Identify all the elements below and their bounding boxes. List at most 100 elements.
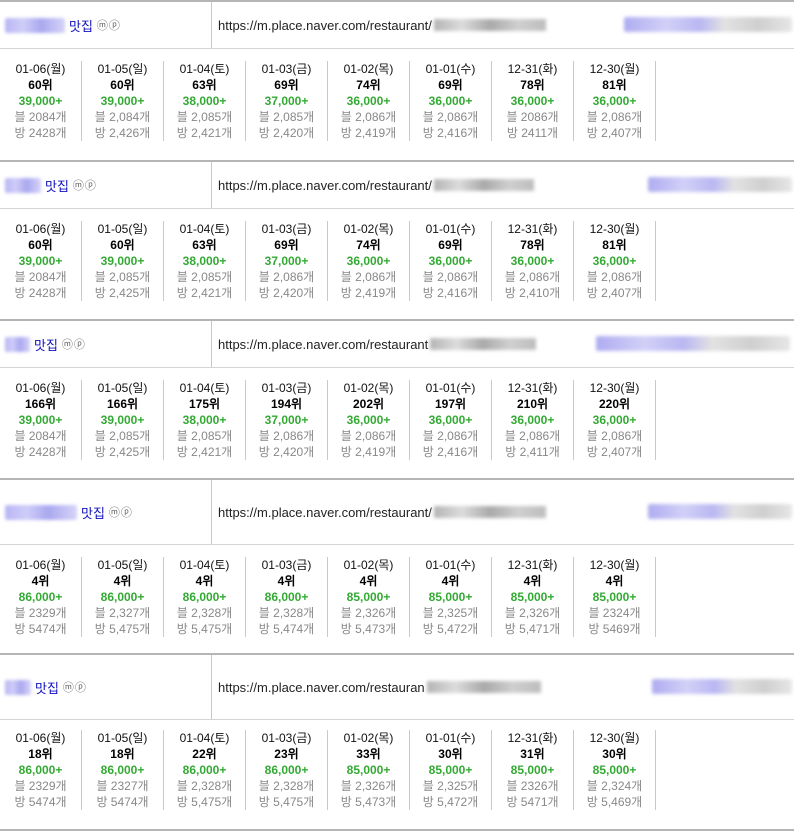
rank-cell: 12-30(월) 81위 36,000+ 블 2,086개 방 2,407개 bbox=[574, 61, 656, 141]
search-volume: 36,000+ bbox=[592, 94, 637, 108]
search-volume: 86,000+ bbox=[18, 763, 63, 777]
search-volume: 86,000+ bbox=[182, 763, 227, 777]
place-url-text[interactable]: https://m.place.naver.com/restauran bbox=[218, 680, 425, 695]
rank-value: 202위 bbox=[352, 397, 385, 411]
place-url[interactable]: https://m.place.naver.com/restaurant bbox=[218, 321, 537, 367]
map-place-icons[interactable]: ⓜⓟ bbox=[97, 17, 121, 33]
rank-cell: 12-30(월) 30위 85,000+ 블 2,324개 방 5,469개 bbox=[574, 730, 656, 810]
visitor-review-count: 방 2,416개 bbox=[422, 286, 479, 300]
blog-review-count: 블 2,086개 bbox=[586, 110, 643, 124]
map-place-icons[interactable]: ⓜⓟ bbox=[63, 679, 87, 695]
place-row-3: 맛집 ⓜⓟ https://m.place.naver.com/restaura… bbox=[0, 319, 794, 460]
rank-value: 63위 bbox=[192, 78, 217, 92]
rank-value: 69위 bbox=[274, 238, 299, 252]
rank-value: 69위 bbox=[438, 238, 463, 252]
place-url-text[interactable]: https://m.place.naver.com/restaurant/ bbox=[218, 505, 432, 520]
blog-review-count: 블 2,328개 bbox=[176, 779, 233, 793]
place-name-link[interactable]: 맛집 bbox=[34, 335, 58, 354]
redacted-url-id bbox=[433, 506, 546, 518]
map-place-icons[interactable]: ⓜⓟ bbox=[109, 504, 133, 520]
blog-review-count: 블 2,085개 bbox=[176, 110, 233, 124]
search-volume: 36,000+ bbox=[510, 413, 555, 427]
rank-cell: 01-06(월) 166위 39,000+ 블 2084개 방 2428개 bbox=[0, 380, 82, 460]
rank-value: 210위 bbox=[516, 397, 549, 411]
visitor-review-count: 방 5,475개 bbox=[258, 795, 315, 809]
redacted-info bbox=[648, 177, 792, 192]
place-url[interactable]: https://m.place.naver.com/restaurant/ bbox=[218, 162, 534, 208]
rank-date: 01-02(목) bbox=[343, 731, 394, 745]
rank-cell: 01-05(일) 60위 39,000+ 블 2,085개 방 2,425개 bbox=[82, 221, 164, 301]
redacted-url-id bbox=[426, 681, 541, 693]
blog-review-count: 블 2329개 bbox=[14, 779, 67, 793]
place-name-link[interactable]: 맛집 bbox=[69, 16, 93, 35]
visitor-review-count: 방 5471개 bbox=[506, 795, 559, 809]
search-volume: 39,000+ bbox=[100, 413, 145, 427]
place-name-link[interactable]: 맛집 bbox=[45, 176, 69, 195]
rank-value: 194위 bbox=[270, 397, 303, 411]
redacted-info bbox=[652, 679, 792, 694]
rank-date: 01-03(금) bbox=[261, 222, 312, 236]
blog-review-count: 블 2084개 bbox=[14, 429, 67, 443]
rank-cell: 01-03(금) 69위 37,000+ 블 2,086개 방 2,420개 bbox=[246, 221, 328, 301]
place-name-link[interactable]: 맛집 bbox=[35, 678, 59, 697]
place-url-text[interactable]: https://m.place.naver.com/restaurant/ bbox=[218, 18, 432, 33]
rank-cell: 01-02(목) 33위 85,000+ 블 2,326개 방 5,473개 bbox=[328, 730, 410, 810]
visitor-review-count: 방 2,426개 bbox=[94, 126, 151, 140]
place-header: 맛집 ⓜⓟ https://m.place.naver.com/restaura… bbox=[0, 2, 794, 49]
blog-review-count: 블 2,325개 bbox=[422, 779, 479, 793]
place-url-text[interactable]: https://m.place.naver.com/restaurant bbox=[218, 337, 428, 352]
rank-date: 01-03(금) bbox=[261, 558, 312, 572]
place-url[interactable]: https://m.place.naver.com/restaurant/ bbox=[218, 2, 546, 48]
place-url[interactable]: https://m.place.naver.com/restaurant/ bbox=[218, 480, 546, 544]
visitor-review-count: 방 5,473개 bbox=[340, 795, 397, 809]
rank-history: 01-06(월) 60위 39,000+ 블 2084개 방 2428개 01-05(일… bbox=[0, 221, 656, 301]
search-volume: 38,000+ bbox=[182, 254, 227, 268]
visitor-review-count: 방 2,416개 bbox=[422, 126, 479, 140]
rank-cell: 12-30(월) 4위 85,000+ 블 2324개 방 5469개 bbox=[574, 557, 656, 637]
rank-value: 81위 bbox=[602, 78, 627, 92]
place-header: 맛집 ⓜⓟ https://m.place.naver.com/restaura… bbox=[0, 655, 794, 720]
place-url-text[interactable]: https://m.place.naver.com/restaurant/ bbox=[218, 178, 432, 193]
map-place-icons[interactable]: ⓜⓟ bbox=[73, 177, 97, 193]
rank-value: 197위 bbox=[434, 397, 467, 411]
visitor-review-count: 방 5,475개 bbox=[176, 622, 233, 636]
rank-date: 12-31(화) bbox=[507, 731, 558, 745]
rank-date: 01-05(일) bbox=[97, 62, 148, 76]
search-volume: 36,000+ bbox=[592, 254, 637, 268]
rank-cell: 01-01(수) 197위 36,000+ 블 2,086개 방 2,416개 bbox=[410, 380, 492, 460]
place-url[interactable]: https://m.place.naver.com/restauran bbox=[218, 655, 541, 719]
blog-review-count: 블 2,085개 bbox=[176, 270, 233, 284]
search-volume: 39,000+ bbox=[18, 94, 63, 108]
blog-review-count: 블 2,085개 bbox=[94, 270, 151, 284]
rank-cell: 01-05(일) 4위 86,000+ 블 2,327개 방 5,475개 bbox=[82, 557, 164, 637]
search-volume: 85,000+ bbox=[592, 590, 637, 604]
rank-date: 01-05(일) bbox=[97, 731, 148, 745]
rank-value: 30위 bbox=[438, 747, 463, 761]
blog-review-count: 블 2,086개 bbox=[422, 110, 479, 124]
rank-date: 12-30(월) bbox=[589, 731, 640, 745]
place-row-1: 맛집 ⓜⓟ https://m.place.naver.com/restaura… bbox=[0, 0, 794, 141]
visitor-review-count: 방 2,419개 bbox=[340, 445, 397, 459]
rank-date: 12-31(화) bbox=[507, 222, 558, 236]
visitor-review-count: 방 5474개 bbox=[14, 622, 67, 636]
rank-history: 01-06(월) 60위 39,000+ 블 2084개 방 2428개 01-05(일… bbox=[0, 61, 656, 141]
place-name-link[interactable]: 맛집 bbox=[81, 503, 105, 522]
blog-review-count: 블 2086개 bbox=[506, 110, 559, 124]
search-volume: 39,000+ bbox=[18, 254, 63, 268]
rank-date: 01-01(수) bbox=[425, 222, 476, 236]
rank-value: 22위 bbox=[192, 747, 217, 761]
search-volume: 85,000+ bbox=[346, 590, 391, 604]
search-volume: 36,000+ bbox=[346, 413, 391, 427]
rank-value: 60위 bbox=[110, 78, 135, 92]
rank-value: 220위 bbox=[598, 397, 631, 411]
search-volume: 36,000+ bbox=[428, 254, 473, 268]
search-volume: 86,000+ bbox=[182, 590, 227, 604]
visitor-review-count: 방 2,420개 bbox=[258, 126, 315, 140]
blog-review-count: 블 2084개 bbox=[14, 110, 67, 124]
search-volume: 86,000+ bbox=[100, 590, 145, 604]
visitor-review-count: 방 2,421개 bbox=[176, 286, 233, 300]
visitor-review-count: 방 5469개 bbox=[588, 622, 641, 636]
visitor-review-count: 방 2,416개 bbox=[422, 445, 479, 459]
place-name-cell: 맛집 ⓜⓟ bbox=[0, 480, 212, 544]
map-place-icons[interactable]: ⓜⓟ bbox=[62, 336, 86, 352]
